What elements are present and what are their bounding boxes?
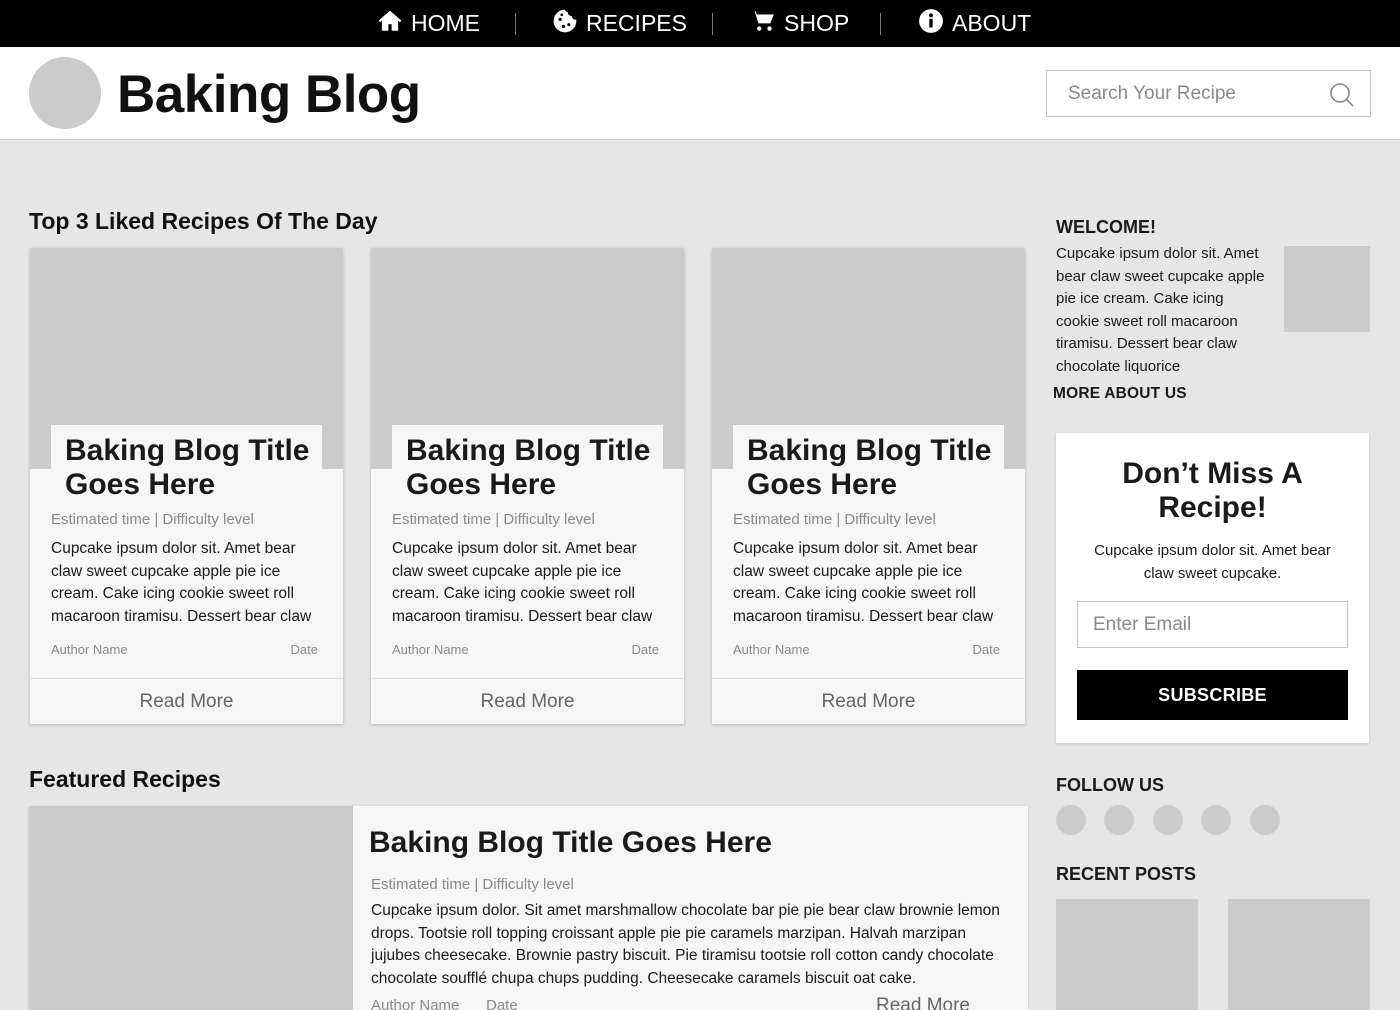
recent-post-thumbnail[interactable] (1056, 899, 1198, 1010)
search-icon[interactable] (1329, 82, 1355, 108)
newsletter-text: Cupcake ipsum dolor sit. Amet bear claw … (1094, 542, 1331, 582)
recipe-card: Baking Blog Title Goes Here Estimated ti… (30, 248, 343, 724)
top-navigation: HOME RECIPES SHOP ABOUT (0, 0, 1400, 47)
recipe-meta: Estimated time | Difficulty level (51, 511, 254, 528)
social-icon[interactable] (1153, 805, 1183, 835)
recipe-author: Author Name (733, 642, 810, 657)
nav-item-about[interactable]: ABOUT (918, 0, 1031, 47)
recipe-card: Baking Blog Title Goes Here Estimated ti… (371, 248, 684, 724)
nav-item-recipes[interactable]: RECIPES (552, 0, 687, 47)
featured-recipe-excerpt: Cupcake ipsum dolor. Sit amet marshmallo… (371, 902, 1000, 987)
site-title[interactable]: Baking Blog (117, 63, 421, 127)
recipe-excerpt: Cupcake ipsum dolor sit. Amet bear claw … (733, 540, 994, 625)
email-field[interactable] (1077, 601, 1348, 648)
nav-label: ABOUT (952, 10, 1032, 36)
social-icon[interactable] (1201, 805, 1231, 835)
cart-icon (750, 8, 776, 40)
recipe-title-box: Baking Blog Title Goes Here (733, 425, 1004, 515)
nav-label: HOME (411, 10, 480, 36)
home-icon (377, 8, 403, 40)
featured-read-more-button[interactable]: Read More (876, 995, 970, 1010)
nav-item-shop[interactable]: SHOP (750, 0, 849, 47)
search-box (1046, 70, 1371, 117)
welcome-heading: WELCOME! (1056, 217, 1156, 237)
recipe-meta: Estimated time | Difficulty level (733, 511, 936, 528)
site-header: Baking Blog (0, 47, 1400, 140)
site-logo[interactable] (29, 57, 101, 129)
recipe-excerpt: Cupcake ipsum dolor sit. Amet bear claw … (392, 540, 653, 625)
social-icon[interactable] (1250, 805, 1280, 835)
featured-recipe-title[interactable]: Baking Blog Title Goes Here (369, 826, 772, 860)
nav-label: SHOP (784, 10, 850, 36)
nav-divider (712, 13, 713, 35)
recipe-date: Date (972, 642, 1000, 657)
featured-recipe-card: Baking Blog Title Goes Here Estimated ti… (29, 806, 1028, 1010)
nav-label: RECIPES (586, 10, 687, 36)
read-more-button[interactable]: Read More (30, 678, 343, 724)
featured-recipe-meta: Estimated time | Difficulty level (371, 876, 574, 893)
info-icon (918, 8, 944, 40)
newsletter-box: Don’t Miss A Recipe! Cupcake ipsum dolor… (1056, 433, 1369, 743)
more-about-us-link[interactable]: MORE ABOUT US (1053, 385, 1187, 403)
recipe-date: Date (290, 642, 318, 657)
recent-post-thumbnail[interactable] (1228, 899, 1370, 1010)
nav-item-home[interactable]: HOME (377, 0, 480, 47)
featured-recipes-heading: Featured Recipes (29, 766, 221, 792)
featured-recipe-author: Author Name (371, 997, 460, 1010)
recipe-author: Author Name (51, 642, 128, 657)
social-icon[interactable] (1104, 805, 1134, 835)
social-icon[interactable] (1056, 805, 1086, 835)
newsletter-title: Don’t Miss A Recipe! (1122, 457, 1303, 524)
subscribe-button[interactable]: SUBSCRIBE (1077, 670, 1348, 720)
read-more-button[interactable]: Read More (371, 678, 684, 724)
recipe-date: Date (631, 642, 659, 657)
recipe-title[interactable]: Baking Blog Title Goes Here (747, 434, 1004, 502)
featured-recipe-date: Date (486, 997, 518, 1010)
featured-recipe-image[interactable] (29, 806, 353, 1010)
recipe-title[interactable]: Baking Blog Title Goes Here (65, 434, 322, 502)
recipe-card: Baking Blog Title Goes Here Estimated ti… (712, 248, 1025, 724)
recipe-excerpt: Cupcake ipsum dolor sit. Amet bear claw … (51, 540, 312, 625)
read-more-button[interactable]: Read More (712, 678, 1025, 724)
search-input[interactable] (1047, 71, 1317, 116)
recipe-author: Author Name (392, 642, 469, 657)
recent-posts-heading: RECENT POSTS (1056, 864, 1197, 884)
welcome-image (1284, 246, 1370, 332)
follow-us-heading: FOLLOW US (1056, 775, 1164, 795)
welcome-text: Cupcake ipsum dolor sit. Amet bear claw … (1056, 245, 1265, 375)
recipe-meta: Estimated time | Difficulty level (392, 511, 595, 528)
top-recipes-heading: Top 3 Liked Recipes Of The Day (29, 208, 378, 234)
recipe-title[interactable]: Baking Blog Title Goes Here (406, 434, 663, 502)
nav-divider (515, 13, 516, 35)
recipe-title-box: Baking Blog Title Goes Here (51, 425, 322, 515)
nav-divider (880, 13, 881, 35)
recipe-title-box: Baking Blog Title Goes Here (392, 425, 663, 515)
cookie-icon (552, 8, 578, 40)
